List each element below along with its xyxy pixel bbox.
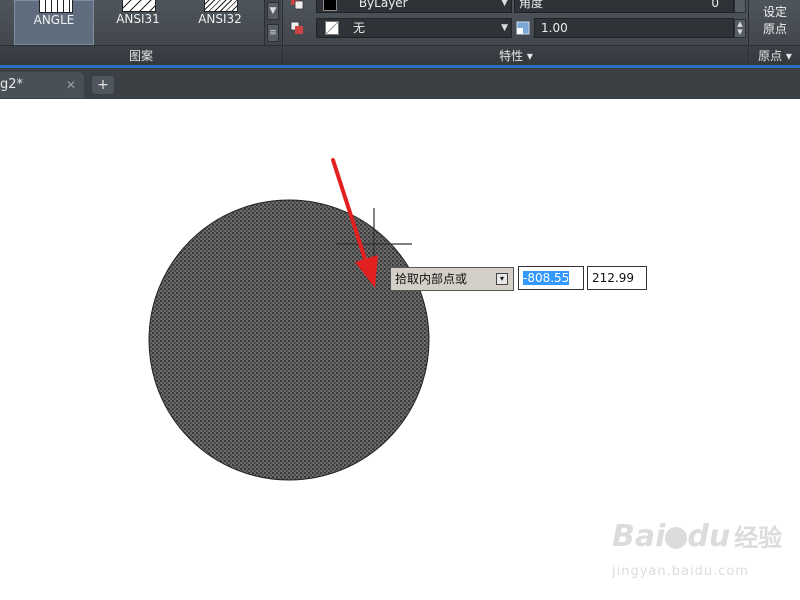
- watermark-brand: Bai: [612, 519, 666, 554]
- dynamic-input-prompt: 拾取内部点或 ▾: [390, 267, 514, 291]
- prompt-text: 拾取内部点或: [395, 272, 468, 286]
- prompt-options-icon[interactable]: ▾: [496, 273, 508, 285]
- hatched-circle[interactable]: [148, 199, 430, 481]
- watermark-url: jingyan.baidu.com: [612, 564, 749, 579]
- y-coordinate-value: 212.99: [592, 271, 634, 285]
- x-coordinate-value: -808.55: [523, 271, 570, 285]
- y-coordinate-input[interactable]: 212.99: [587, 266, 647, 290]
- x-coordinate-input[interactable]: -808.55: [518, 266, 584, 290]
- paw-icon: [665, 526, 688, 549]
- watermark-brand-2: du: [687, 519, 731, 554]
- watermark-cn: 经验: [734, 524, 783, 552]
- watermark-logo: Bai du 经验: [612, 518, 782, 554]
- drawing-overlay: [148, 158, 430, 481]
